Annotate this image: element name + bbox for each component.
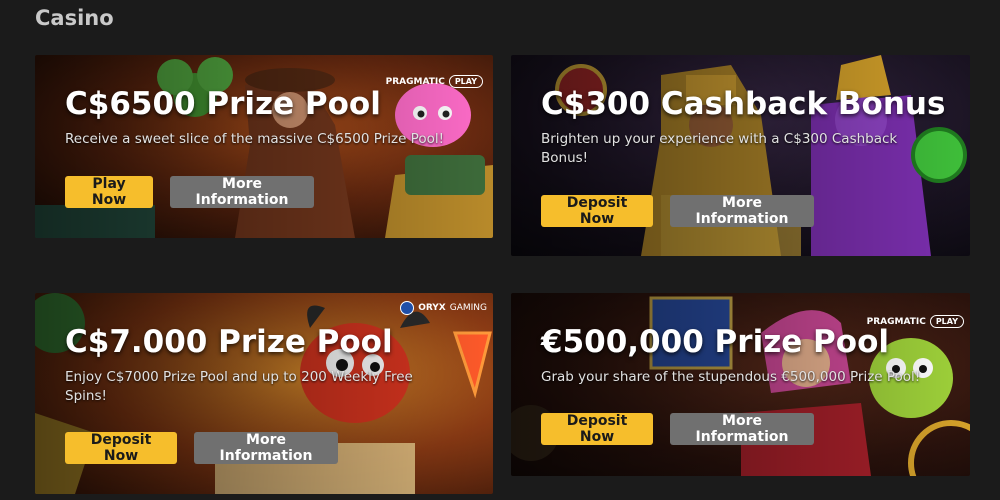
- more-information-button[interactable]: More Information: [670, 413, 814, 445]
- deposit-now-button[interactable]: Deposit Now: [65, 432, 177, 464]
- promo-description: Brighten up your experience with a C$300…: [541, 131, 898, 166]
- promo-title: C$6500 Prize Pool: [65, 86, 381, 122]
- promo-card-prize-pool-7000[interactable]: ORYX GAMING C$7.000 Prize Pool Enjoy C$70…: [35, 293, 493, 494]
- play-now-button[interactable]: Play Now: [65, 176, 153, 208]
- oryx-logo-icon: [400, 301, 415, 315]
- promo-card-cashback-300[interactable]: C$300 Cashback Bonus Brighten up your ex…: [511, 55, 970, 256]
- section-title: Casino: [35, 6, 114, 30]
- promo-title: C$7.000 Prize Pool: [65, 324, 393, 360]
- more-information-button[interactable]: More Information: [194, 432, 338, 464]
- deposit-now-button[interactable]: Deposit Now: [541, 195, 653, 227]
- promo-description: Grab your share of the stupendous €500,0…: [541, 369, 921, 385]
- promo-title: €500,000 Prize Pool: [541, 324, 889, 360]
- promo-card-prize-pool-500000[interactable]: PRAGMATIC PLAY €500,000 Prize Pool Grab …: [511, 293, 970, 476]
- promo-title: C$300 Cashback Bonus: [541, 86, 946, 122]
- promo-card-prize-pool-6500[interactable]: PRAGMATIC PLAY C$6500 Prize Pool Receive…: [35, 55, 493, 238]
- oryx-gaming-logo: ORYX GAMING: [400, 301, 487, 315]
- promo-description: Enjoy C$7000 Prize Pool and up to 200 We…: [65, 369, 413, 404]
- more-information-button[interactable]: More Information: [170, 176, 314, 208]
- promo-description: Receive a sweet slice of the massive C$6…: [65, 131, 445, 147]
- deposit-now-button[interactable]: Deposit Now: [541, 413, 653, 445]
- more-information-button[interactable]: More Information: [670, 195, 814, 227]
